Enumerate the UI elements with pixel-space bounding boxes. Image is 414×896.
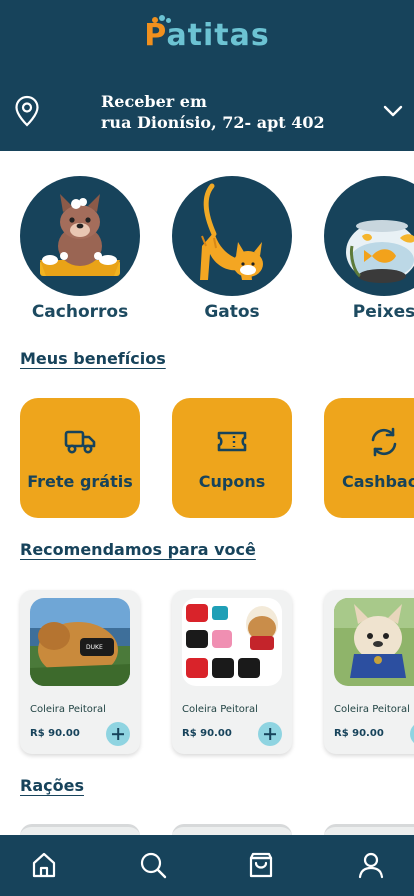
benefit-label: Frete grátis [27,472,133,491]
delivery-address-selector[interactable]: Receber em rua Dionísio, 72- apt 402 [0,85,414,137]
product-card[interactable]: Coleira Peitoral R$ 90.00 [172,590,292,754]
product-image: DUKE [30,598,130,686]
benefit-cashback[interactable]: Cashback [324,398,414,518]
category-label: Gatos [204,302,260,322]
benefit-label: Cashback [342,472,414,491]
app-screen: Patitas Receber em rua Dionísio, 72- apt… [0,0,414,896]
home-icon[interactable] [30,851,58,879]
svg-text:DUKE: DUKE [86,644,103,651]
benefit-coupons[interactable]: Cupons [172,398,292,518]
logo-paw-dots [152,15,174,25]
logo-rest: atitas [166,18,270,53]
bag-icon[interactable] [247,851,275,879]
product-name: Coleira Peitoral [334,704,410,715]
chevron-down-icon[interactable] [382,104,404,118]
refresh-icon [371,427,397,457]
address-line-2: rua Dionísio, 72- apt 402 [101,113,325,132]
racoes-section-title[interactable]: Rações [20,776,84,795]
category-label: Peixes [352,302,414,322]
logo-wordmark: Patitas [144,15,270,53]
category-carousel[interactable]: Cachorros Gatos Peixes [0,176,414,326]
benefit-free-shipping[interactable]: Frete grátis [20,398,140,518]
recommend-section-title[interactable]: Recomendamos para você [20,540,256,559]
address-line-1: Receber em [101,92,207,111]
truck-icon [64,430,96,454]
category-fish[interactable]: Peixes [324,176,414,322]
add-to-cart-button[interactable] [410,722,414,746]
add-to-cart-button[interactable] [258,722,282,746]
search-icon[interactable] [139,851,167,879]
ticket-icon [217,431,247,452]
location-pin-icon [15,95,39,127]
profile-icon[interactable] [357,851,385,879]
logo: Patitas [0,15,414,53]
product-image [334,598,414,686]
bottom-navigation [0,835,414,896]
product-image [182,598,282,686]
benefit-label: Cupons [198,472,266,491]
category-dogs[interactable]: Cachorros [20,176,140,322]
product-price: R$ 90.00 [30,728,80,739]
product-card[interactable]: Coleira Peitoral R$ 90.00 [324,590,414,754]
dog-category-image [20,176,140,296]
fish-category-image [324,176,414,296]
product-price: R$ 90.00 [334,728,384,739]
delivery-address: Receber em rua Dionísio, 72- apt 402 [101,91,325,133]
category-cats[interactable]: Gatos [172,176,292,322]
product-price: R$ 90.00 [182,728,232,739]
product-name: Coleira Peitoral [30,704,106,715]
add-to-cart-button[interactable] [106,722,130,746]
benefits-section-title[interactable]: Meus benefícios [20,349,166,368]
category-label: Cachorros [31,302,129,322]
cat-category-image [172,176,292,296]
product-card[interactable]: DUKE Coleira Peitoral R$ 90.00 [20,590,140,754]
header: Patitas Receber em rua Dionísio, 72- apt… [0,0,414,151]
product-name: Coleira Peitoral [182,704,258,715]
